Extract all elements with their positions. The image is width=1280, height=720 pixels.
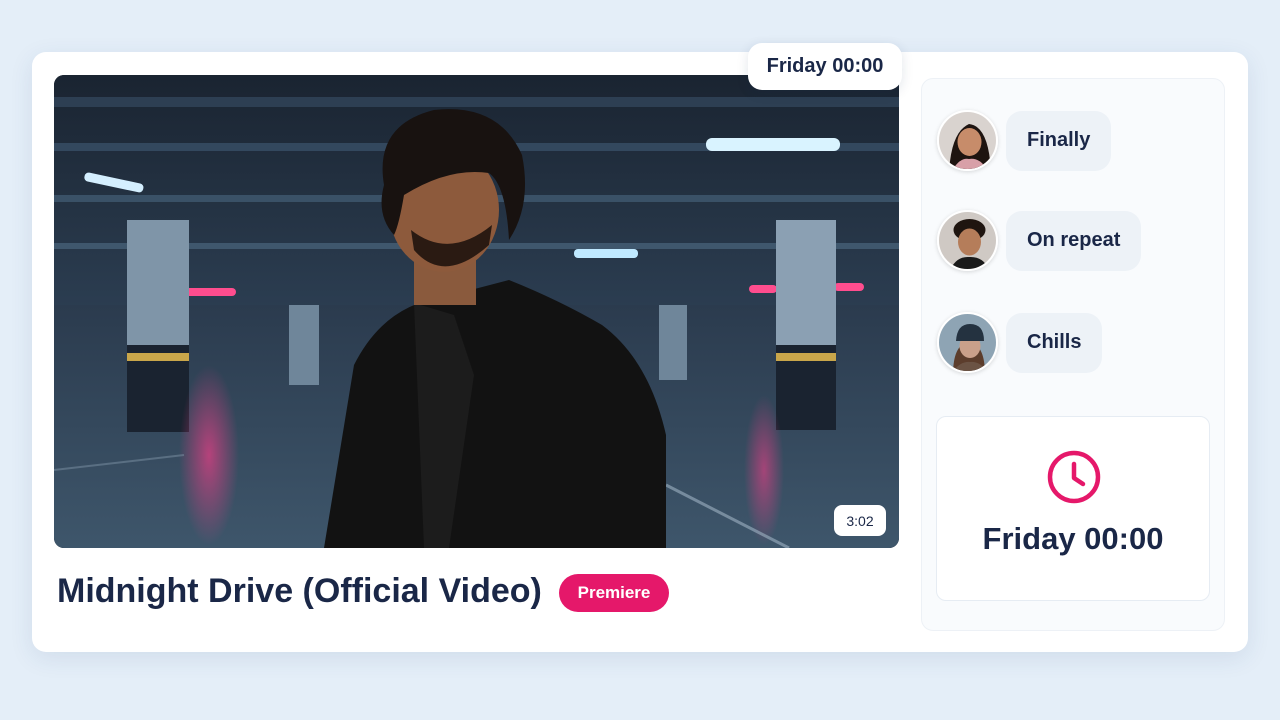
video-player[interactable] <box>54 75 899 548</box>
woman-beanie-avatar <box>937 312 998 373</box>
comment-item: Finally <box>937 110 1112 171</box>
comment-bubble: On repeat <box>1006 210 1142 271</box>
video-thumbnail <box>54 75 899 548</box>
premiere-time-pill: Friday 00:00 <box>748 43 902 90</box>
premiere-badge: Premiere <box>559 574 669 612</box>
comment-item: Chills <box>937 312 1103 373</box>
video-duration: 3:02 <box>834 505 886 536</box>
comment-bubble: Finally <box>1006 110 1112 171</box>
comment-item: On repeat <box>937 210 1142 271</box>
video-title[interactable]: Midnight Drive (Official Video) <box>57 572 542 611</box>
countdown-time: Friday 00:00 <box>982 521 1164 556</box>
woman-avatar <box>937 110 998 171</box>
comment-bubble: Chills <box>1006 312 1103 373</box>
man-avatar <box>937 210 998 271</box>
countdown-card: Friday 00:00 <box>936 416 1210 601</box>
clock-icon <box>1046 449 1102 510</box>
